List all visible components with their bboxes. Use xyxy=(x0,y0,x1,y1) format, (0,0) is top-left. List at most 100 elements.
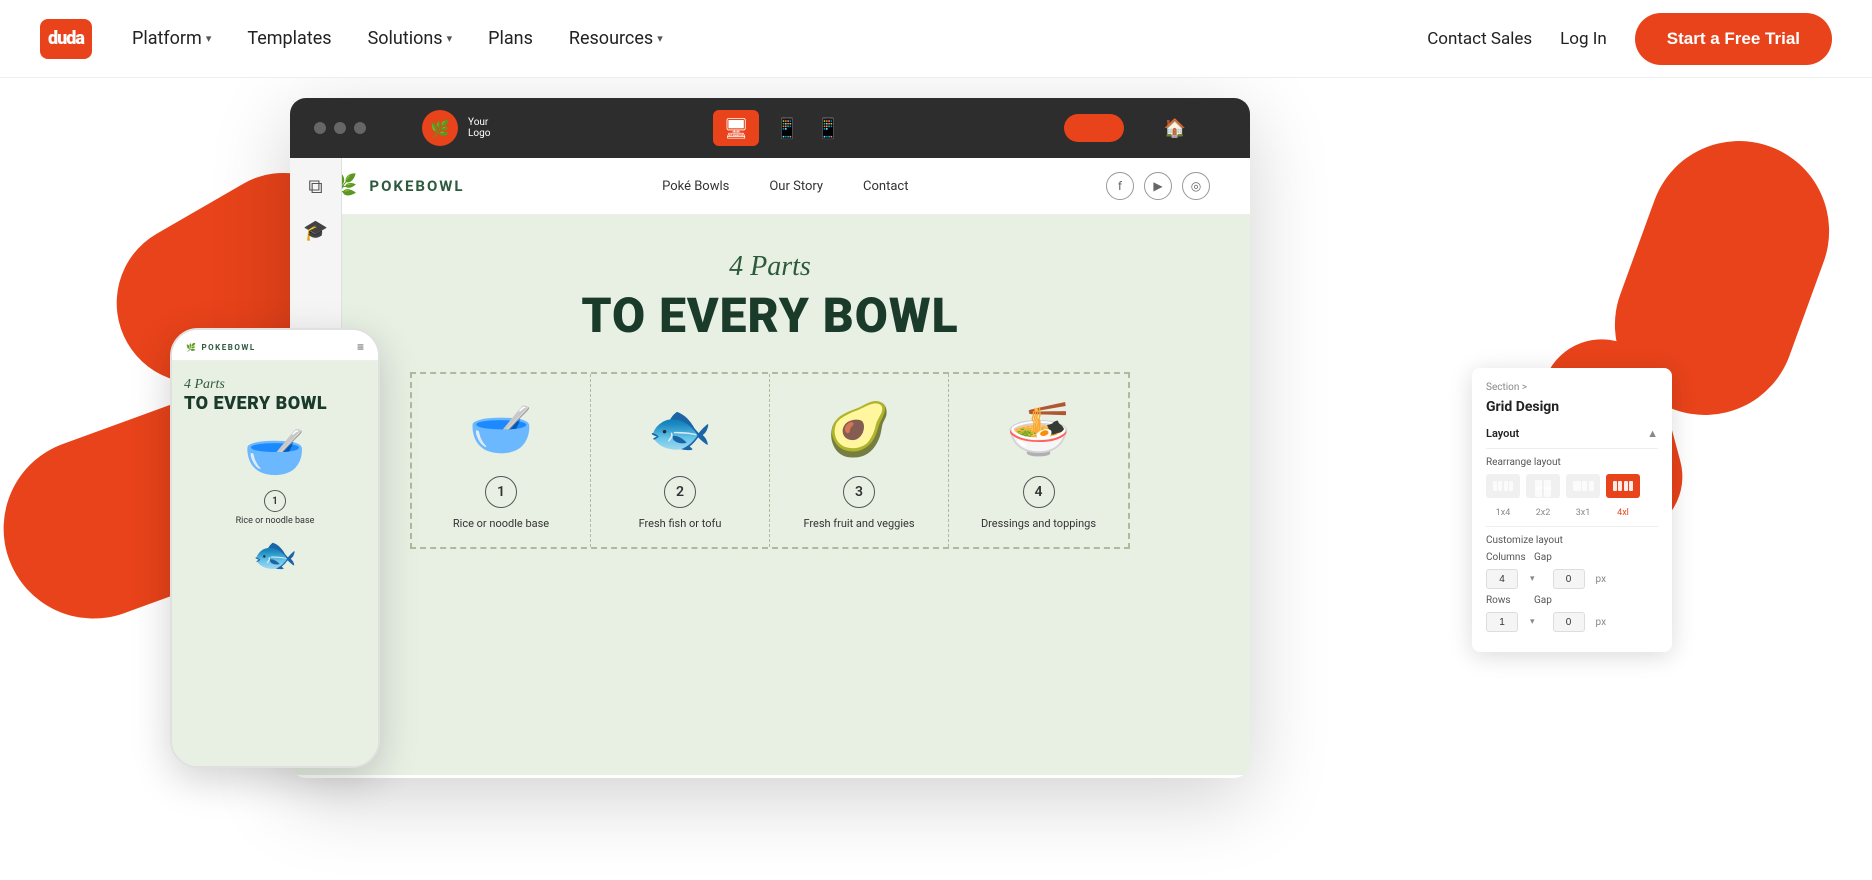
site-nav-poke-bowls[interactable]: Poké Bowls xyxy=(662,179,729,194)
logo-text: duda xyxy=(48,28,84,49)
site-nav: Poké Bowls Our Story Contact xyxy=(662,179,908,194)
mobile-logo: 🌿 POKEBOWL xyxy=(186,343,256,352)
device-icons: 🖥 📱 📱 xyxy=(713,110,840,146)
nav-platform-label: Platform xyxy=(132,28,202,49)
toolbar-logo-circle: 🌿 xyxy=(422,110,458,146)
mobile-bowl-image: 🥣 xyxy=(184,424,366,482)
nav-links: Platform ▾ Templates Solutions ▾ Plans R… xyxy=(132,28,1427,49)
facebook-icon[interactable]: f xyxy=(1106,172,1134,200)
bowl-label-4: Dressings and toppings xyxy=(981,516,1096,531)
bowl-emoji-4: 🍜 xyxy=(1006,394,1071,464)
panel-rearrange-label: Rearrange layout xyxy=(1486,457,1658,468)
bowl-content: 4 Parts TO EVERY BOWL 🥣 1 Rice or noodle… xyxy=(290,215,1250,775)
toolbar-logo-text: Your Logo xyxy=(468,117,490,139)
bowl-label-2: Fresh fish or tofu xyxy=(639,516,722,531)
start-trial-button[interactable]: Start a Free Trial xyxy=(1635,13,1832,65)
bowl-emoji-2: 🐟 xyxy=(648,394,713,464)
px-label-2: px xyxy=(1596,617,1607,628)
chevron-down-icon: ▾ xyxy=(447,32,453,45)
nav-plans-label: Plans xyxy=(488,28,533,49)
mobile-salmon-image: 🐟 xyxy=(184,534,366,576)
mobile-device-icon[interactable]: 📱 xyxy=(816,116,841,140)
site-nav-contact[interactable]: Contact xyxy=(863,179,908,194)
layout-label-1x4: 1x4 xyxy=(1486,508,1520,518)
mobile-title-script: 4 Parts xyxy=(184,377,366,393)
panel-customize-label: Customize layout xyxy=(1486,535,1658,546)
browser-toolbar: 🌿 Your Logo 🖥 📱 📱 🏠 xyxy=(382,110,1226,146)
layout-2x2[interactable] xyxy=(1526,474,1560,498)
nav-right: Contact Sales Log In Start a Free Trial xyxy=(1427,13,1832,65)
layers-icon[interactable]: ⧉ xyxy=(308,174,322,198)
logo[interactable]: duda xyxy=(40,19,92,59)
mobile-title-main: TO EVERY BOWL xyxy=(184,393,366,414)
mobile-item-label: Rice or noodle base xyxy=(184,516,366,526)
mobile-logo-text: POKEBOWL xyxy=(201,343,255,352)
layout-label-2x2: 2x2 xyxy=(1526,508,1560,518)
layout-4x4[interactable] xyxy=(1606,474,1640,498)
grid-design-panel: Section > Grid Design Layout ▲ Rearrange… xyxy=(1472,368,1672,652)
contact-sales-link[interactable]: Contact Sales xyxy=(1427,29,1532,49)
youtube-icon[interactable]: ▶ xyxy=(1144,172,1172,200)
rows-row: Rows Gap xyxy=(1486,595,1658,606)
bowl-emoji-1: 🥣 xyxy=(469,394,534,464)
login-link[interactable]: Log In xyxy=(1560,29,1607,49)
dot-green xyxy=(354,122,366,134)
bowl-item-3: 🥑 3 Fresh fruit and veggies xyxy=(770,374,949,547)
desktop-device-icon[interactable]: 🖥 xyxy=(713,110,758,146)
bowl-label-1: Rice or noodle base xyxy=(453,516,549,531)
nav-templates-label: Templates xyxy=(247,28,331,49)
widget-icon[interactable]: 🎓 xyxy=(303,218,328,242)
mobile-content: 4 Parts TO EVERY BOWL 🥣 1 Rice or noodle… xyxy=(172,361,378,768)
panel-divider-1 xyxy=(1486,448,1658,449)
bowl-item-1: 🥣 1 Rice or noodle base xyxy=(412,374,591,547)
bowl-number-4: 4 xyxy=(1023,476,1055,508)
bowl-item-4: 🍜 4 Dressings and toppings xyxy=(949,374,1128,547)
nav-resources-label: Resources xyxy=(569,28,653,49)
layout-3x1[interactable] xyxy=(1566,474,1600,498)
gap-input-cols[interactable] xyxy=(1553,569,1585,589)
logo-box: duda xyxy=(40,19,92,59)
bowl-grid: 🥣 1 Rice or noodle base 🐟 2 Fresh fish o… xyxy=(410,372,1130,549)
layout-options xyxy=(1486,474,1658,498)
nav-templates[interactable]: Templates xyxy=(247,28,331,49)
nav-plans[interactable]: Plans xyxy=(488,28,533,49)
site-social-icons: f ▶ ◎ xyxy=(1106,172,1210,200)
layout-1x4[interactable] xyxy=(1486,474,1520,498)
rows-input[interactable] xyxy=(1486,612,1518,632)
site-header: 🌿 POKEBOWL Poké Bowls Our Story Contact … xyxy=(290,158,1250,215)
bowl-title-main: TO EVERY BOWL xyxy=(581,287,958,344)
toolbar-logo-area: 🌿 Your Logo xyxy=(422,110,490,146)
browser-chrome: 🌿 Your Logo 🖥 📱 📱 🏠 xyxy=(290,98,1250,158)
site-nav-our-story[interactable]: Our Story xyxy=(769,179,823,194)
panel-collapse-icon[interactable]: ▲ xyxy=(1647,427,1658,440)
instagram-icon[interactable]: ◎ xyxy=(1182,172,1210,200)
toolbar-button[interactable] xyxy=(1064,114,1124,142)
site-logo: 🌿 POKEBOWL xyxy=(330,174,465,199)
tablet-device-icon[interactable]: 📱 xyxy=(775,116,800,140)
layout-grid-icon-2x2 xyxy=(1535,480,1551,492)
mobile-item-number: 1 xyxy=(264,490,286,512)
nav-solutions[interactable]: Solutions ▾ xyxy=(368,28,453,49)
panel-divider-2 xyxy=(1486,526,1658,527)
gap-input-rows[interactable] xyxy=(1553,612,1585,632)
dot-red xyxy=(314,122,326,134)
browser-mockup: 🌿 Your Logo 🖥 📱 📱 🏠 🌿 xyxy=(290,98,1250,778)
nav-platform[interactable]: Platform ▾ xyxy=(132,28,211,49)
chevron-down-icon: ▾ xyxy=(657,32,663,45)
layout-grid-icon-1x4 xyxy=(1493,481,1514,491)
bowl-item-2: 🐟 2 Fresh fish or tofu xyxy=(591,374,770,547)
nav-resources[interactable]: Resources ▾ xyxy=(569,28,663,49)
dropdown-arrow-rows-icon: ▾ xyxy=(1530,617,1535,627)
bowl-number-3: 3 xyxy=(843,476,875,508)
columns-input[interactable] xyxy=(1486,569,1518,589)
px-label-1: px xyxy=(1596,574,1607,585)
panel-breadcrumb: Section > xyxy=(1486,382,1658,393)
mobile-menu-icon: ≡ xyxy=(357,340,364,354)
layout-label-3x1: 3x1 xyxy=(1566,508,1600,518)
rows-input-row: ▾ px xyxy=(1486,612,1658,632)
panel-layout-section: Layout ▲ xyxy=(1486,427,1658,440)
navbar: duda Platform ▾ Templates Solutions ▾ Pl… xyxy=(0,0,1872,78)
gap-label-2: Gap xyxy=(1534,595,1554,606)
dropdown-arrow-icon: ▾ xyxy=(1530,574,1535,584)
home-icon[interactable]: 🏠 xyxy=(1164,118,1186,139)
